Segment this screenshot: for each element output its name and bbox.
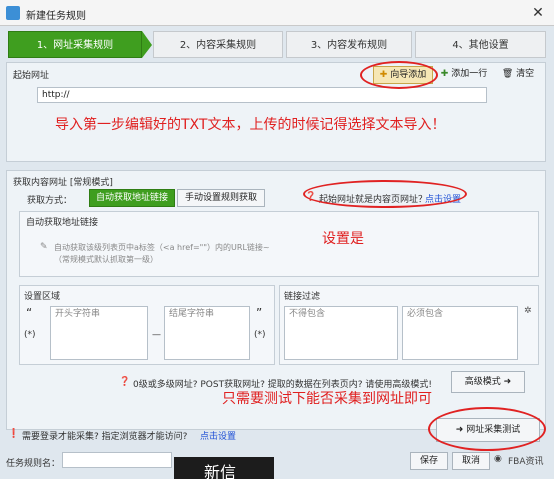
exclude-input[interactable]: 不得包含 xyxy=(284,306,398,360)
step-tabs: 1、网址采集规则 2、内容采集规则 3、内容发布规则 4、其他设置 xyxy=(8,31,546,58)
advanced-mode-label: 高级模式 xyxy=(464,377,501,387)
link-filter-box: 链接过滤 不得包含 必须包含 ✲ xyxy=(279,285,539,365)
start-url-input[interactable]: http:// xyxy=(37,87,487,103)
include-input[interactable]: 必须包含 xyxy=(402,306,518,360)
wechat-icon: ◉ xyxy=(494,454,502,464)
start-url-group: 起始网址 ✚ 向导添加 ✚ 添加一行 🗑 清空 http:// xyxy=(6,62,546,162)
method-label: 获取方式： xyxy=(27,196,73,206)
step-arrow xyxy=(142,31,152,58)
rule-name-input[interactable] xyxy=(62,452,172,468)
window-title: 新建任务规则 xyxy=(26,11,86,22)
advanced-mode-button[interactable]: 高级模式 ➜ xyxy=(451,371,525,393)
quote-open: “ xyxy=(26,306,33,320)
manual-rule-tab[interactable]: 手动设置规则获取 xyxy=(177,189,265,207)
star-left: (*) xyxy=(24,330,36,340)
login-set-link[interactable]: 点击设置 xyxy=(200,429,236,442)
gear-icon[interactable]: ✲ xyxy=(524,306,532,316)
app-icon xyxy=(6,6,20,20)
add-row-label: 添加一行 xyxy=(451,69,488,79)
content-url-label: 获取内容网址 [常规模式] xyxy=(13,178,113,188)
dash: — xyxy=(152,330,161,340)
clear-icon: 🗑 xyxy=(501,69,514,79)
clear-button[interactable]: 🗑 清空 xyxy=(497,66,539,84)
annotation-import-txt: 导入第一步编辑好的TXT文本，上传的时候记得选择文本导入！ xyxy=(55,117,446,133)
annotation-oval xyxy=(303,180,467,208)
cancel-button[interactable]: 取消 xyxy=(452,452,490,470)
arrow-right-icon: ➜ xyxy=(503,377,512,387)
annotation-oval xyxy=(428,407,546,451)
help-icon: ❓ xyxy=(119,377,131,387)
tab-label: 2、内容采集规则 xyxy=(179,40,257,51)
close-icon[interactable]: ✕ xyxy=(528,3,548,23)
warning-icon: ❗ xyxy=(8,429,20,439)
auto-get-tab[interactable]: 自动获取地址链接 xyxy=(89,189,175,207)
tab-publish-rules[interactable]: 3、内容发布规则 xyxy=(286,31,412,58)
start-url-label: 起始网址 xyxy=(13,71,50,81)
add-row-button[interactable]: ✚ 添加一行 xyxy=(437,66,491,84)
auto-desc-line-2: （常规模式默认抓取第一级） xyxy=(54,255,158,264)
tab-label: 1、网址采集规则 xyxy=(36,40,114,51)
watermark: FBA资讯 xyxy=(508,457,544,467)
star-right: (*) xyxy=(254,330,266,340)
start-string-input[interactable]: 开头字符串 xyxy=(50,306,148,360)
annotation-only-test: 只需要测试下能否采集到网址即可 xyxy=(222,391,432,407)
end-string-input[interactable]: 结尾字符串 xyxy=(164,306,250,360)
auto-link-box: 自动获取地址链接 ✎ 自动获取该级列表页中a标签（<a href=""）内的UR… xyxy=(19,211,539,277)
rule-name-label: 任务规则名： xyxy=(6,459,61,469)
region-setting-box: 设置区域 “ (*) 开头字符串 — 结尾字符串 ” (*) xyxy=(19,285,275,365)
link-icon: ✎ xyxy=(40,242,48,252)
auto-desc-line-1: 自动获取该级列表页中a标签（<a href=""）内的URL链接~ xyxy=(54,243,270,252)
tab-other-settings[interactable]: 4、其他设置 xyxy=(415,31,546,58)
auto-link-header: 自动获取地址链接 xyxy=(26,218,99,228)
login-note: 需要登录才能采集? 指定浏览器才能访问? xyxy=(22,432,188,442)
video-overlay: 新信 xyxy=(174,457,274,479)
tab-label: 4、其他设置 xyxy=(452,40,509,51)
tab-url-rules[interactable]: 1、网址采集规则 xyxy=(8,31,142,58)
overlay-text: 新信 xyxy=(204,463,237,479)
tab-label: 3、内容发布规则 xyxy=(310,40,388,51)
title-bar: 新建任务规则 ✕ xyxy=(0,0,554,26)
save-button[interactable]: 保存 xyxy=(410,452,448,470)
filter-header: 链接过滤 xyxy=(284,292,321,302)
add-icon: ✚ xyxy=(440,69,449,79)
annotation-set-yes: 设置是 xyxy=(322,231,364,247)
clear-label: 清空 xyxy=(516,69,535,79)
annotation-oval xyxy=(360,61,438,89)
quote-close: ” xyxy=(256,306,263,320)
tab-content-rules[interactable]: 2、内容采集规则 xyxy=(153,31,283,58)
region-header: 设置区域 xyxy=(24,292,61,302)
